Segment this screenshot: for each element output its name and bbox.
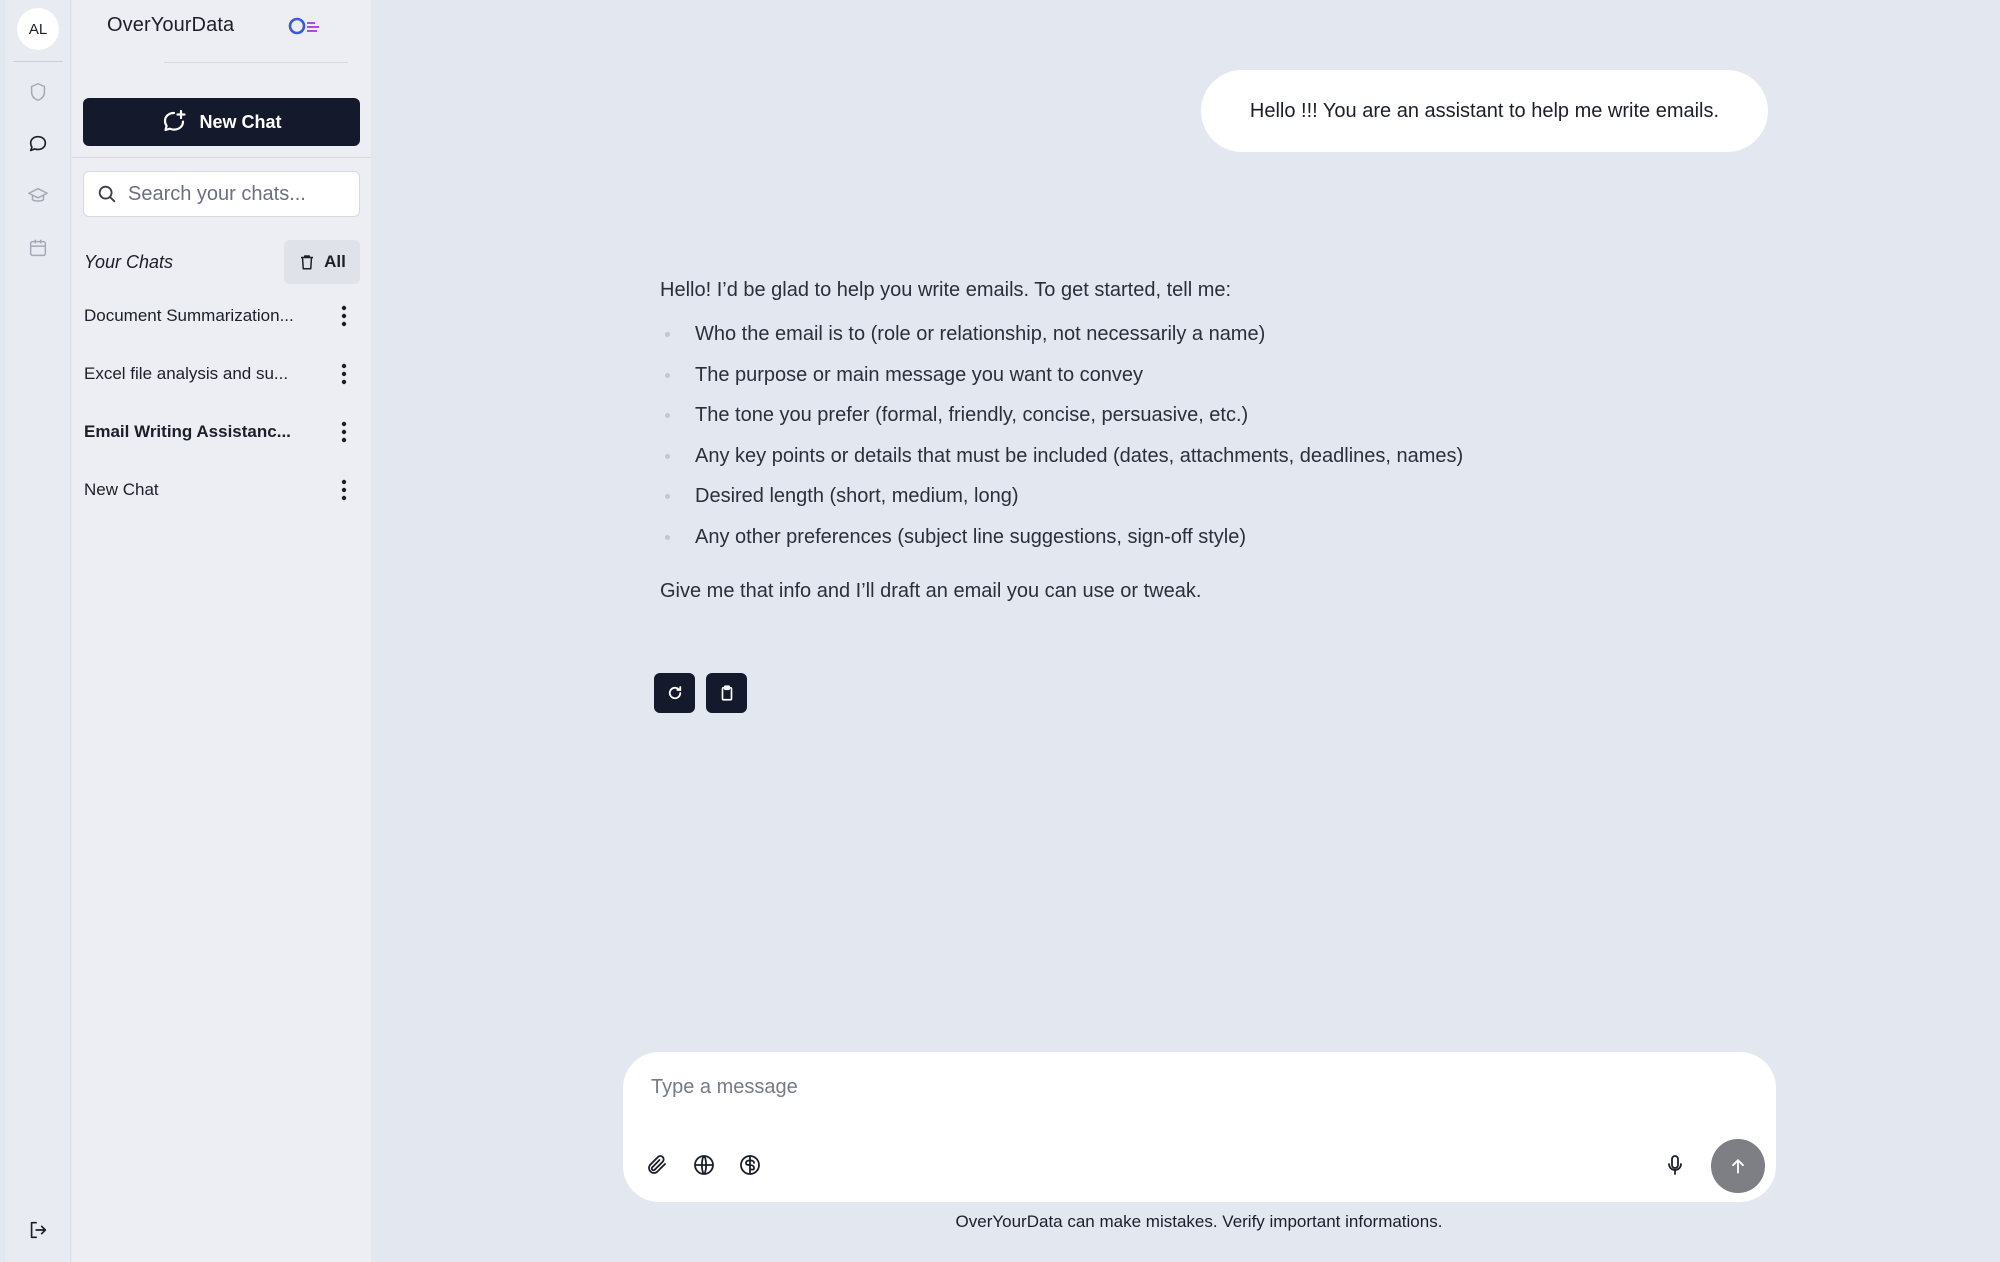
copy-button[interactable] bbox=[706, 673, 747, 713]
message-composer bbox=[623, 1052, 1776, 1202]
brain-icon[interactable] bbox=[736, 1151, 764, 1179]
chat-bubble-icon[interactable] bbox=[26, 132, 50, 156]
your-chats-heading: Your Chats bbox=[84, 252, 174, 272]
search-icon bbox=[98, 185, 116, 203]
clipboard-icon bbox=[721, 685, 732, 701]
more-options-icon[interactable] bbox=[334, 476, 354, 504]
message-actions bbox=[654, 673, 747, 713]
microphone-icon[interactable] bbox=[1661, 1151, 1689, 1179]
more-options-icon[interactable] bbox=[334, 360, 354, 388]
refresh-icon bbox=[668, 686, 681, 700]
send-button[interactable] bbox=[1711, 1139, 1765, 1193]
chat-list-item-label: Excel file analysis and su... bbox=[84, 364, 289, 383]
list-item: Who the email is to (role or relationshi… bbox=[660, 320, 1560, 361]
message-input[interactable] bbox=[651, 1076, 1651, 1110]
sidebar-divider bbox=[72, 157, 371, 158]
list-item: The tone you prefer (formal, friendly, c… bbox=[660, 401, 1560, 442]
shield-icon[interactable] bbox=[26, 80, 50, 104]
assistant-bullet-list: Who the email is to (role or relationshi… bbox=[660, 320, 1560, 563]
chat-list-item[interactable]: Excel file analysis and su... bbox=[84, 354, 364, 394]
new-chat-icon bbox=[164, 109, 187, 132]
assistant-intro: Hello! I’d be glad to help you write ema… bbox=[660, 279, 1232, 301]
list-item: The purpose or main message you want to … bbox=[660, 361, 1560, 402]
list-item: Any key points or details that must be i… bbox=[660, 442, 1560, 483]
globe-icon[interactable] bbox=[690, 1151, 718, 1179]
chat-list-item[interactable]: Document Summarization... bbox=[84, 296, 364, 336]
chat-list-item[interactable]: New Chat bbox=[84, 470, 364, 510]
icon-rail: AL bbox=[5, 0, 71, 1262]
regenerate-button[interactable] bbox=[654, 673, 695, 713]
arrow-up-icon bbox=[1732, 1159, 1744, 1174]
user-message-bubble: Hello !!! You are an assistant to help m… bbox=[1201, 70, 1768, 152]
new-chat-label: New Chat bbox=[199, 111, 282, 132]
chat-list-item-label: Email Writing Assistanc... bbox=[84, 422, 291, 441]
avatar[interactable]: AL bbox=[17, 8, 59, 50]
list-item: Any other preferences (subject line sugg… bbox=[660, 523, 1560, 564]
graduation-cap-icon[interactable] bbox=[26, 184, 50, 208]
chat-list-item-label: New Chat bbox=[84, 480, 159, 499]
disclaimer-text: OverYourData can make mistakes. Verify i… bbox=[955, 1212, 1443, 1231]
more-options-icon[interactable] bbox=[334, 302, 354, 330]
chat-list-item-label: Document Summarization... bbox=[84, 306, 294, 325]
rail-divider bbox=[13, 61, 63, 62]
list-item: Desired length (short, medium, long) bbox=[660, 482, 1560, 523]
calendar-icon[interactable] bbox=[26, 236, 50, 260]
brand-logo bbox=[288, 17, 319, 35]
trash-icon bbox=[301, 255, 314, 270]
chat-search bbox=[83, 171, 360, 217]
attach-icon[interactable] bbox=[643, 1151, 671, 1179]
delete-all-label: All bbox=[324, 252, 346, 271]
chat-sidebar: OverYourData New Chat Your Chats All Doc… bbox=[72, 0, 371, 1262]
more-options-icon[interactable] bbox=[334, 418, 354, 446]
brand-name: OverYourData bbox=[107, 14, 235, 36]
new-chat-button[interactable]: New Chat bbox=[83, 98, 360, 146]
assistant-message: Hello! I’d be glad to help you write ema… bbox=[660, 276, 1560, 605]
search-input[interactable] bbox=[128, 182, 348, 206]
chat-list-item-active[interactable]: Email Writing Assistanc... bbox=[84, 412, 364, 452]
brand-divider bbox=[164, 62, 348, 63]
assistant-closing: Give me that info and I’ll draft an emai… bbox=[660, 580, 1202, 602]
delete-all-chats-button[interactable]: All bbox=[284, 240, 360, 284]
